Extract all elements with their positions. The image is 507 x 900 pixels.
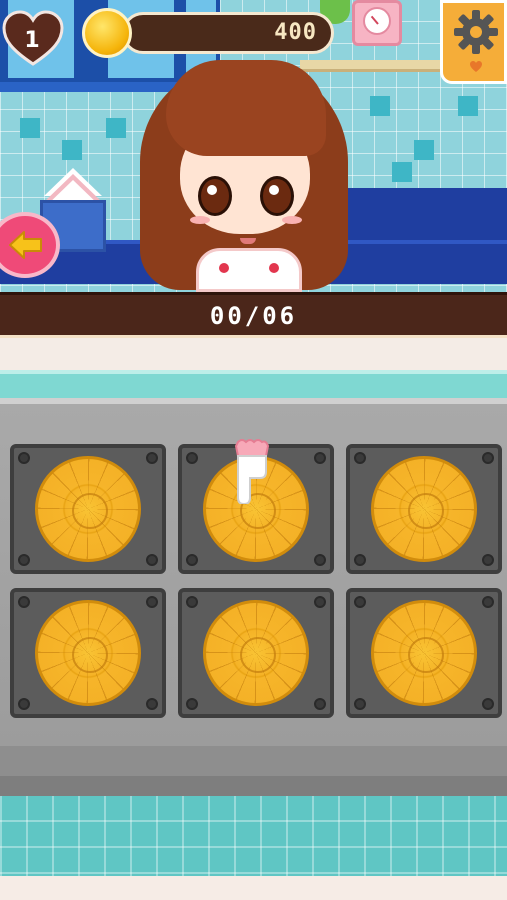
progress-counter: 00/06 — [209, 302, 298, 330]
lives-indicator: 1 — [0, 8, 64, 68]
counter-tiles — [0, 796, 507, 876]
heart-icon — [470, 61, 482, 72]
tray-slot[interactable] — [10, 444, 166, 574]
wall-tile — [370, 96, 390, 116]
pancake[interactable] — [203, 600, 309, 706]
settings-button[interactable] — [440, 0, 507, 84]
counter-edge-bottom — [0, 876, 507, 900]
gold-coin-icon — [82, 8, 132, 58]
pancake[interactable] — [35, 456, 141, 562]
tray-slot[interactable] — [346, 588, 502, 718]
lives-count: 1 — [24, 28, 40, 53]
wall-tile — [458, 96, 478, 116]
tray-slot[interactable] — [178, 588, 334, 718]
wall-tile — [414, 140, 434, 160]
wall-tile — [392, 162, 412, 182]
coin-counter: 400 — [122, 12, 334, 54]
gear-icon — [454, 10, 498, 54]
clock-icon — [352, 0, 402, 46]
tray-slot[interactable] — [10, 588, 166, 718]
wall-tile — [106, 118, 126, 138]
progress-bar: 00/06 — [0, 292, 507, 338]
wall-tile — [20, 118, 40, 138]
pancake[interactable] — [371, 600, 477, 706]
wall-tile — [62, 140, 82, 160]
tray-slot[interactable] — [346, 444, 502, 574]
chef-girl-character — [136, 52, 352, 292]
coin-count: 400 — [274, 20, 317, 45]
left-arrow-icon — [9, 231, 42, 259]
counter-back — [340, 188, 507, 248]
pointing-hand-icon — [234, 439, 270, 504]
pancake[interactable] — [35, 600, 141, 706]
counter-edge — [0, 370, 507, 398]
pancake[interactable] — [371, 456, 477, 562]
